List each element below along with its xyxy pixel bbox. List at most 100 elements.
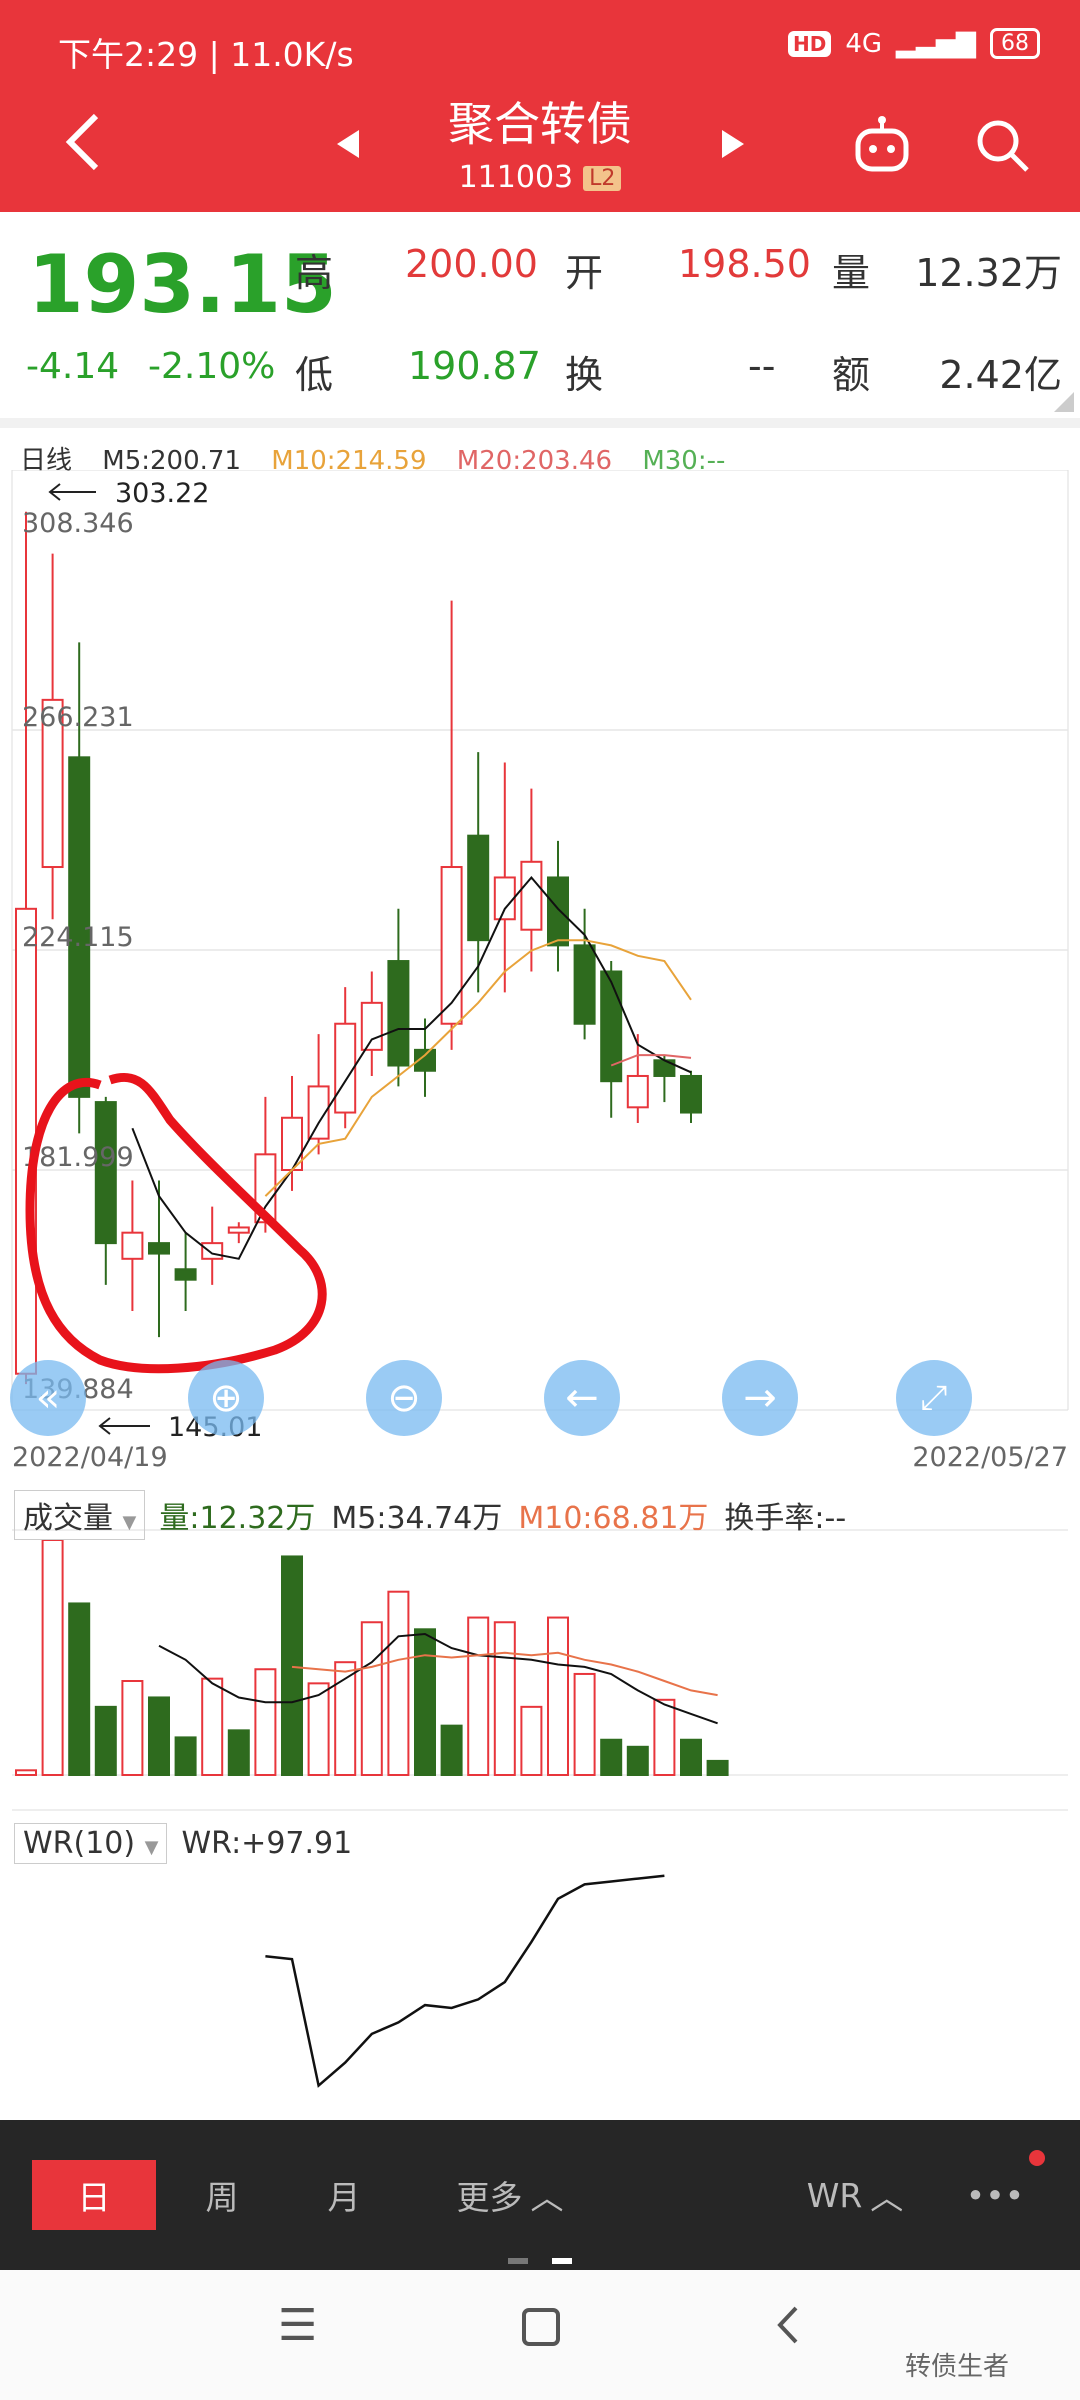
tab-indicator-label: WR — [806, 2175, 863, 2215]
max-price-annotation: 303.22 — [115, 478, 209, 509]
chevron-up-icon: ︿ — [870, 2178, 904, 2217]
page-title: 聚合转债 — [448, 97, 632, 151]
scroll-right-button[interactable]: → — [722, 1360, 798, 1436]
low-value: 190.87 — [408, 344, 541, 388]
candle-body — [440, 866, 463, 1025]
volume-bar — [653, 1698, 676, 1777]
candle-body — [334, 1022, 357, 1114]
double-arrow-left-icon: « — [35, 1375, 61, 1421]
status-time: 下午2:29 | 11.0K/s — [58, 35, 354, 74]
volume-bar — [15, 1769, 37, 1777]
robot-assistant-icon[interactable] — [852, 115, 912, 175]
volume-bar — [387, 1590, 410, 1776]
kline-chart[interactable]: 308.346266.231224.115181.999139.884 303.… — [0, 470, 1080, 2120]
home-icon[interactable] — [522, 2308, 560, 2346]
volume-bar — [174, 1736, 197, 1777]
open-label: 开 — [565, 251, 604, 295]
tab-more[interactable]: 更多 ︿ — [420, 2160, 600, 2230]
section-divider — [0, 418, 1080, 428]
dropdown-icon: ▼ — [144, 1836, 159, 1858]
volume-bar — [520, 1705, 543, 1776]
more-options-button[interactable]: ••• — [950, 2160, 1040, 2230]
quote-panel: 193.15 -4.14 -2.10% 高 200.00 开 198.50 量 … — [0, 212, 1080, 418]
tab-month[interactable]: 月 — [282, 2160, 406, 2230]
tab-week[interactable]: 周 — [160, 2160, 284, 2230]
period-tab-bar: 日 周 月 更多 ︿ WR ︿ ••• — [0, 2120, 1080, 2270]
fullscreen-button[interactable]: ⤢ — [896, 1360, 972, 1436]
volume-bar — [547, 1616, 569, 1777]
volume-m5-line — [158, 1632, 718, 1725]
menu-icon[interactable]: ☰ — [278, 2300, 317, 2351]
date-axis: 2022/04/19 2022/05/27 — [0, 1440, 1080, 1480]
volume-bar — [254, 1668, 277, 1776]
chart-grid — [11, 470, 1069, 1411]
status-icons: HD 4G ▂▃▅▇ 68 — [787, 28, 1040, 59]
candle-body — [520, 860, 543, 931]
candle-body — [174, 1268, 197, 1281]
tab-more-label: 更多 — [456, 2178, 523, 2217]
volume-m10-label: M10:68.81万 — [518, 1501, 709, 1536]
hd-badge: HD — [787, 30, 832, 57]
turnover-value: -- — [748, 344, 776, 388]
wr-indicator-select[interactable]: WR(10) ▼ — [14, 1822, 168, 1864]
level2-badge: L2 — [583, 166, 622, 191]
volume-bar — [201, 1677, 224, 1777]
volume-bar — [626, 1745, 649, 1777]
page-indicator-active — [552, 2258, 572, 2264]
notification-dot — [1029, 2150, 1045, 2166]
price-tick-label: 308.346 — [22, 508, 134, 539]
signal-icon: ▂▃▅▇ — [896, 28, 976, 59]
zoom-left-edge-button[interactable]: « — [10, 1360, 86, 1436]
volume-bar — [467, 1616, 490, 1777]
amount-value: 2.42亿 — [939, 353, 1062, 397]
turnover-rate-label: 换手率:-- — [724, 1501, 847, 1536]
wr-line — [265, 1874, 665, 2088]
candle-body — [467, 834, 490, 942]
volume-bar — [360, 1621, 383, 1776]
search-icon[interactable] — [975, 118, 1031, 174]
arrow-left-icon: ← — [565, 1375, 599, 1421]
system-nav-bar: ☰ 转债生者 — [0, 2270, 1080, 2400]
date-start: 2022/04/19 — [12, 1442, 168, 1473]
expand-corner-icon[interactable] — [1054, 392, 1074, 412]
page-indicator-inactive — [508, 2258, 528, 2264]
candle-body — [387, 960, 410, 1067]
wr-select-label: WR(10) — [23, 1825, 136, 1861]
date-end: 2022/05/27 — [912, 1442, 1068, 1473]
wr-legend: WR(10) ▼ WR:+97.91 — [14, 1820, 352, 1866]
ma20-line — [610, 1054, 692, 1067]
tab-indicator[interactable]: WR ︿ — [790, 2160, 920, 2230]
scroll-left-button[interactable]: ← — [544, 1360, 620, 1436]
volume-legend: 成交量 ▼ 量:12.32万 M5:34.74万 M10:68.81万 换手率:… — [14, 1490, 847, 1540]
volume-bar — [414, 1628, 436, 1777]
zoom-in-button[interactable]: ⊕ — [188, 1360, 264, 1436]
volume-bar — [706, 1759, 729, 1777]
last-price: 193.15 — [28, 238, 337, 331]
volume-indicator-select[interactable]: 成交量 ▼ — [14, 1490, 146, 1540]
volume-bar — [148, 1696, 170, 1776]
back-nav-icon[interactable] — [776, 2304, 800, 2346]
volume-chart — [12, 1529, 1068, 1777]
volume-bar — [573, 1672, 596, 1776]
more-dots-icon: ••• — [965, 2175, 1025, 2215]
high-label: 高 — [295, 251, 334, 295]
volume-bar — [281, 1555, 303, 1776]
volume-bar — [680, 1738, 702, 1776]
low-label: 低 — [295, 353, 334, 397]
candle-body — [680, 1074, 702, 1114]
turnover-label: 换 — [565, 353, 604, 397]
candle-body — [547, 876, 569, 947]
candle-body — [121, 1231, 144, 1260]
fullscreen-icon: ⤢ — [920, 1378, 948, 1418]
tab-day[interactable]: 日 — [32, 2160, 156, 2230]
open-value: 198.50 — [678, 242, 811, 286]
high-value: 200.00 — [405, 242, 538, 286]
zoom-out-button[interactable]: ⊖ — [366, 1360, 442, 1436]
next-stock-icon[interactable] — [720, 128, 746, 160]
volume-bar — [493, 1621, 516, 1776]
dropdown-icon: ▼ — [122, 1512, 137, 1533]
network-icon: 4G — [845, 28, 883, 59]
candle-body — [626, 1074, 649, 1109]
price-change-pct: -2.10% — [148, 346, 276, 387]
volume-bar — [227, 1729, 250, 1776]
